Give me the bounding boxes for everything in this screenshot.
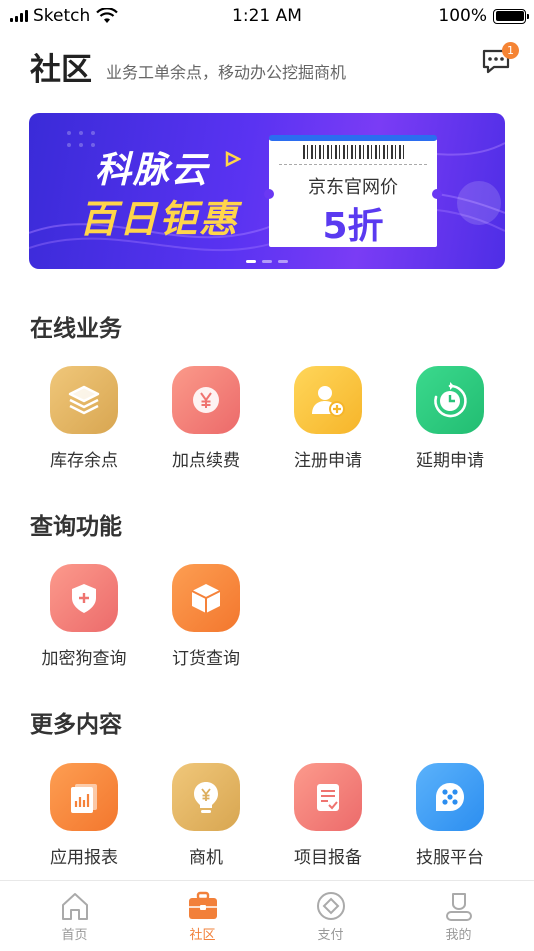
briefcase-icon: [188, 891, 217, 919]
tab-label: 首页: [61, 928, 88, 943]
section-title-online: 在线业务: [30, 316, 122, 342]
grid-item-register[interactable]: 注册申请: [267, 366, 389, 476]
user-add-icon: [294, 366, 362, 434]
grid-item-label: 延期申请: [416, 451, 484, 471]
box-icon: [172, 564, 240, 632]
banner-pagination[interactable]: [29, 260, 505, 263]
section-title-more: 更多内容: [30, 712, 122, 738]
lightbulb-yen-icon: [172, 763, 240, 831]
status-bar: Sketch 1:21 AM 100%: [0, 0, 534, 32]
grid-item-opportunity[interactable]: 商机: [145, 763, 267, 873]
message-badge: 1: [502, 42, 519, 59]
grid-item-label: 加点续费: [172, 451, 240, 471]
battery-icon: [493, 8, 529, 24]
service-platform-icon: [416, 763, 484, 831]
grid-item-tech-service[interactable]: 技服平台: [389, 763, 511, 873]
grid-item-label: 项目报备: [294, 848, 362, 868]
page-header: 社区 业务工单余点，移动办公挖掘商机 1: [30, 40, 519, 90]
grid-item-label: 库存余点: [50, 451, 118, 471]
home-icon: [61, 893, 88, 920]
grid-item-inventory[interactable]: 库存余点: [23, 366, 145, 476]
payment-diamond-icon: [316, 892, 345, 920]
coupon-discount: 5折: [322, 206, 384, 247]
coupon-text: 京东官网价: [308, 177, 398, 198]
yen-coin-icon: [172, 366, 240, 434]
grid-item-label: 商机: [189, 848, 223, 868]
tab-home[interactable]: 首页: [8, 881, 141, 951]
clock-refresh-icon: [416, 366, 484, 434]
pagination-dot[interactable]: [278, 260, 288, 263]
grid-item-recharge[interactable]: 加点续费: [145, 366, 267, 476]
grid-item-extension[interactable]: 延期申请: [389, 366, 511, 476]
tab-bar: 首页 社区 支付 我的: [0, 880, 534, 951]
document-check-icon: [294, 763, 362, 831]
banner-subheadline: 百日钜惠: [79, 197, 240, 241]
grid-item-label: 技服平台: [416, 848, 484, 868]
grid-item-dongle-query[interactable]: 加密狗查询: [23, 564, 145, 674]
battery-group: 100%: [438, 6, 529, 26]
shield-plus-icon: [50, 564, 118, 632]
grid-item-order-query[interactable]: 订货查询: [145, 564, 267, 674]
person-icon: [445, 893, 472, 921]
section-title-query: 查询功能: [30, 514, 122, 540]
pagination-dot[interactable]: [262, 260, 272, 263]
grid-item-label: 订货查询: [172, 649, 240, 669]
page-title: 社区: [30, 52, 92, 88]
coupon-top-bar: [269, 135, 437, 141]
tab-label: 支付: [317, 928, 344, 943]
triangle-decoration-icon: [225, 151, 241, 167]
banner-headline: 科脉云: [95, 150, 210, 191]
pagination-dot-active[interactable]: [246, 260, 256, 263]
tab-label: 我的: [445, 928, 472, 943]
grid-item-label: 应用报表: [50, 848, 118, 868]
grid-item-app-report[interactable]: 应用报表: [23, 763, 145, 873]
tab-payment[interactable]: 支付: [264, 881, 397, 951]
message-button[interactable]: 1: [481, 42, 519, 76]
grid-item-label: 注册申请: [294, 451, 362, 471]
coupon-card: 京东官网价 5折: [264, 135, 442, 247]
tab-community[interactable]: 社区: [136, 881, 269, 951]
report-chart-icon: [50, 763, 118, 831]
tab-label: 社区: [189, 928, 216, 943]
page-subtitle: 业务工单余点，移动办公挖掘商机: [106, 63, 347, 82]
tab-mine[interactable]: 我的: [392, 881, 525, 951]
grid-item-project-filing[interactable]: 项目报备: [267, 763, 389, 873]
layers-icon: [50, 366, 118, 434]
grid-item-label: 加密狗查询: [41, 649, 127, 669]
battery-percent: 100%: [438, 6, 487, 26]
coupon-divider: [279, 164, 427, 165]
promo-banner[interactable]: 科脉云 百日钜惠 京东官网价 5折: [29, 113, 505, 269]
barcode-icon: [303, 145, 407, 159]
